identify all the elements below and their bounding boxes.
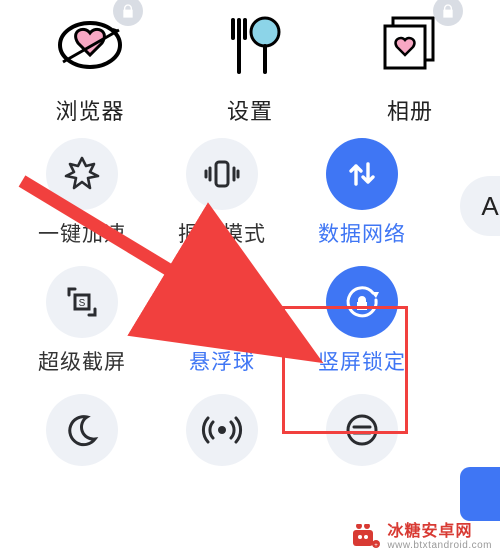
app-row: 浏览器 设置 相册 [0,0,500,126]
qs-data[interactable]: 数据网络 [292,138,432,248]
qs-boost[interactable]: 一键加速 [12,138,152,248]
qs-boost-label: 一键加速 [38,218,126,248]
floatball-icon [186,266,258,338]
watermark-logo-icon: + [351,524,381,550]
app-label-browser: 浏览器 [55,94,124,126]
quick-settings-grid: 一键加速 振动模式 数据网络 S 超级截屏 [0,138,432,466]
app-icon-gallery [375,10,445,80]
qs-vibrate[interactable]: 振动模式 [152,138,292,248]
watermark-en: www.btxtandroid.com [387,541,492,552]
qs-nightmode[interactable] [12,394,152,466]
qs-rotationlock-label: 竖屏锁定 [318,346,406,376]
cutlery-icon [215,10,285,80]
eye-heart-icon [55,10,125,80]
qs-floatball[interactable]: 悬浮球 [152,266,292,376]
rotationlock-icon [326,266,398,338]
moon-icon [46,394,118,466]
app-icon-settings [215,10,285,80]
svg-text:S: S [79,298,86,309]
qs-screenshot-label: 超级截屏 [38,346,126,376]
watermark-cn: 冰糖安卓网 [387,524,492,541]
lock-badge-icon [433,0,463,26]
app-label-settings: 设置 [227,94,273,126]
data-icon [326,138,398,210]
qs-more[interactable] [292,394,432,466]
qs-data-label: 数据网络 [318,218,406,248]
boost-icon [46,138,118,210]
vibrate-icon [186,138,258,210]
app-settings[interactable]: 设置 [185,10,315,126]
qs-rotationlock[interactable]: 竖屏锁定 [292,266,432,376]
gallery-heart-icon [375,10,445,80]
qs-floatball-label: 悬浮球 [189,346,255,376]
font-size-button[interactable]: A [460,176,500,236]
hotspot-icon [186,394,258,466]
app-gallery[interactable]: 相册 [345,10,475,126]
qs-hotspot[interactable] [152,394,292,466]
qs-vibrate-label: 振动模式 [178,218,266,248]
app-label-gallery: 相册 [387,94,433,126]
more-icon [326,394,398,466]
watermark: + 冰糖安卓网 www.btxtandroid.com [351,524,492,551]
pager-indicator[interactable] [460,467,500,521]
lock-badge-icon [113,0,143,26]
svg-text:+: + [375,543,379,549]
screenshot-icon: S [46,266,118,338]
app-icon-browser [55,10,125,80]
qs-screenshot[interactable]: S 超级截屏 [12,266,152,376]
app-browser[interactable]: 浏览器 [25,10,155,126]
